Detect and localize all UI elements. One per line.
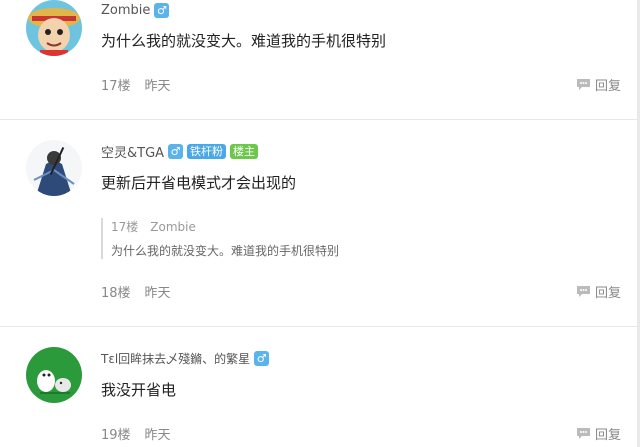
reply-label: 回复: [595, 79, 622, 94]
post-time: 昨天: [144, 428, 171, 443]
comment-post: Tεl回眸抹去乄殘鏅、的繁星 ♂ 我没开省电 19楼 昨天 回复: [0, 327, 637, 447]
reply-button[interactable]: 回复: [576, 282, 621, 301]
comment-bubble-icon: [577, 428, 590, 439]
username[interactable]: Zombie: [101, 3, 150, 18]
avatar[interactable]: [26, 347, 82, 403]
username[interactable]: 空灵&TGA: [101, 142, 164, 161]
comment-content: 更新后开省电模式才会出现的: [101, 174, 297, 192]
comment-bubble-icon: [577, 286, 590, 297]
fan-level-badge: 铁杆粉: [187, 143, 227, 159]
floor-number: 18楼: [101, 286, 131, 301]
reply-label: 回复: [595, 428, 622, 443]
floor-number: 19楼: [101, 428, 131, 443]
male-gender-icon: ♂: [254, 350, 270, 366]
username[interactable]: Tεl回眸抹去乄殘鏅、的繁星: [101, 350, 250, 367]
reply-button[interactable]: 回复: [576, 75, 621, 94]
comment-post: 空灵&TGA ♂ 铁杆粉 楼主 更新后开省电模式才会出现的 17楼 Zombie …: [0, 120, 637, 327]
floor-number: 17楼: [101, 79, 131, 94]
post-time: 昨天: [144, 79, 171, 94]
quoted-reply[interactable]: 17楼 Zombie 为什么我的就没变大。难道我的手机很特别: [101, 218, 581, 259]
comment-content: 我没开省电: [101, 381, 177, 399]
avatar[interactable]: [26, 140, 82, 196]
male-gender-icon: ♂: [168, 143, 184, 159]
quote-username: Zombie: [150, 220, 196, 234]
comment-bubble-icon: [577, 79, 590, 90]
reply-label: 回复: [595, 286, 622, 301]
avatar[interactable]: [26, 0, 82, 56]
comment-content: 为什么我的就没变大。难道我的手机很特别: [101, 32, 387, 50]
comment-post: Zombie ♂ 为什么我的就没变大。难道我的手机很特别 17楼 昨天 回复: [0, 0, 637, 120]
post-time: 昨天: [144, 286, 171, 301]
thread-starter-badge: 楼主: [230, 143, 259, 159]
quote-text: 为什么我的就没变大。难道我的手机很特别: [111, 244, 340, 258]
male-gender-icon: ♂: [154, 2, 170, 18]
quote-floor-number: 17楼: [111, 220, 139, 234]
reply-button[interactable]: 回复: [576, 424, 621, 443]
